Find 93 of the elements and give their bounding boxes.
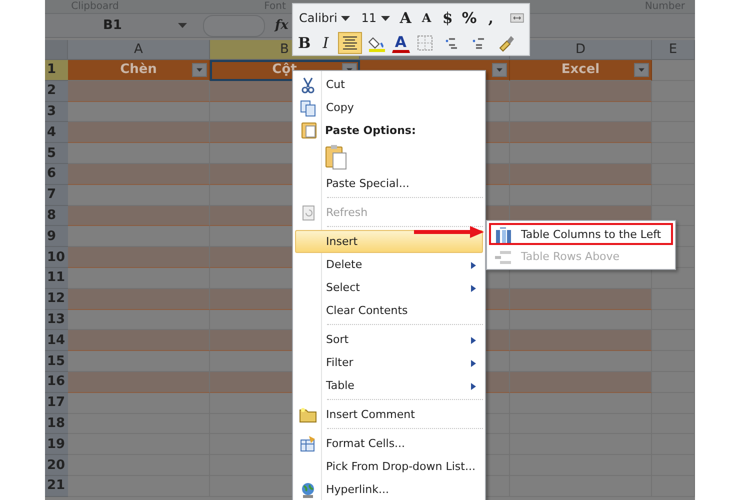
- menu-item[interactable]: Filter: [295, 351, 483, 374]
- row-header[interactable]: 5: [45, 143, 68, 164]
- folder-icon: [299, 406, 317, 424]
- row-header[interactable]: 13: [45, 310, 68, 330]
- row-header[interactable]: 14: [45, 330, 68, 352]
- table-cell: [652, 288, 695, 310]
- menu-item[interactable]: Copy: [295, 96, 483, 119]
- clipboard-icon: [300, 121, 318, 139]
- shrink-font-button[interactable]: A: [418, 7, 436, 29]
- table-cell: [652, 122, 695, 144]
- menu-item[interactable]: Sort: [295, 328, 483, 351]
- filter-dropdown-button[interactable]: [192, 63, 207, 77]
- table-cell: [652, 164, 695, 185]
- row-header[interactable]: 11: [45, 268, 68, 289]
- table-cell: [652, 310, 695, 330]
- table-cell: [652, 80, 695, 102]
- row-header[interactable]: 4: [45, 122, 68, 144]
- currency-button[interactable]: $: [438, 7, 457, 29]
- menu-item[interactable]: Select: [295, 276, 483, 299]
- menu-item[interactable]: Insert: [295, 230, 483, 253]
- copy-icon: [299, 99, 317, 117]
- menu-item[interactable]: Pick From Drop-down List...: [295, 455, 483, 478]
- table-rows-icon: [494, 248, 512, 266]
- table-cell: [652, 392, 695, 414]
- menu-item[interactable]: Hyperlink...: [295, 478, 483, 500]
- row-header[interactable]: 1: [45, 60, 68, 81]
- row-header[interactable]: 10: [45, 247, 68, 268]
- format-painter-icon: [496, 34, 515, 52]
- menu-item[interactable]: Clear Contents: [295, 299, 483, 322]
- name-box[interactable]: B1: [45, 15, 195, 36]
- grow-font-button[interactable]: A: [396, 7, 415, 29]
- name-box-value: B1: [103, 18, 122, 33]
- table-cell: [652, 434, 695, 456]
- font-name-dropdown[interactable]: Calibri: [295, 7, 354, 29]
- table-cell: [652, 184, 695, 206]
- row-header[interactable]: 20: [45, 455, 68, 476]
- dropdown-caret-icon[interactable]: [178, 23, 187, 28]
- row-header[interactable]: 3: [45, 102, 68, 122]
- row-header[interactable]: 19: [45, 434, 68, 456]
- row-header[interactable]: 6: [45, 164, 68, 185]
- table-cell: [652, 143, 695, 164]
- row-header[interactable]: 12: [45, 288, 68, 310]
- menu-item[interactable]: Delete: [295, 253, 483, 276]
- center-align-button[interactable]: [338, 32, 362, 54]
- comma-style-button[interactable]: ,: [482, 7, 500, 29]
- format-cells-icon: [299, 435, 317, 453]
- row-header[interactable]: 15: [45, 351, 68, 372]
- menu-item[interactable]: Insert Comment: [295, 403, 483, 426]
- borders-icon: [416, 34, 434, 52]
- row-header[interactable]: 8: [45, 206, 68, 226]
- table-cell: [652, 414, 695, 434]
- insert-function-button[interactable]: fx: [275, 18, 288, 33]
- row-header[interactable]: 21: [45, 476, 68, 497]
- table-header-cell[interactable]: Chèn: [68, 60, 210, 81]
- submenu-arrow-icon: [471, 360, 476, 367]
- submenu-arrow-icon: [471, 285, 476, 292]
- table-cell: [652, 455, 695, 476]
- globe-icon: [299, 481, 317, 499]
- table-cell: [652, 268, 695, 289]
- header-text: Excel: [561, 62, 600, 78]
- submenu-arrow-icon: [471, 262, 476, 269]
- scissors-icon: [299, 76, 317, 94]
- row-header[interactable]: 2: [45, 80, 68, 102]
- center-align-icon: [340, 34, 359, 52]
- menu-item[interactable]: Paste Special...: [295, 172, 483, 195]
- table-cell: [652, 351, 695, 372]
- table-header-cell[interactable]: Excel: [510, 60, 652, 81]
- menu-section-header: Paste Options:: [325, 124, 416, 136]
- row-header[interactable]: 9: [45, 226, 68, 248]
- percent-button[interactable]: %: [460, 7, 479, 29]
- font-size-dropdown[interactable]: 11: [357, 7, 394, 29]
- column-header[interactable]: A: [68, 40, 210, 60]
- font-color-button[interactable]: A: [392, 33, 410, 53]
- submenu-item[interactable]: Table Columns to the Left: [489, 223, 673, 245]
- row-header[interactable]: 17: [45, 392, 68, 414]
- paste-option-icon[interactable]: [325, 144, 347, 170]
- table-cell: [652, 372, 695, 393]
- row-header[interactable]: 16: [45, 372, 68, 393]
- row-header[interactable]: 7: [45, 184, 68, 206]
- submenu-arrow-icon: [471, 337, 476, 344]
- submenu-arrow-icon: [471, 383, 476, 390]
- header-text: Chèn: [120, 62, 157, 78]
- filter-dropdown-button[interactable]: [634, 63, 649, 77]
- filter-dropdown-button[interactable]: [492, 63, 507, 77]
- column-header[interactable]: E: [652, 40, 695, 60]
- table-cell: [652, 102, 695, 122]
- table-cell: [652, 330, 695, 352]
- table-columns-icon: [494, 226, 512, 244]
- table-cell: [652, 60, 695, 81]
- row-header[interactable]: 18: [45, 414, 68, 434]
- menu-item[interactable]: Format Cells...: [295, 432, 483, 455]
- menu-item[interactable]: Table: [295, 374, 483, 397]
- pointer-arrow: [414, 226, 486, 238]
